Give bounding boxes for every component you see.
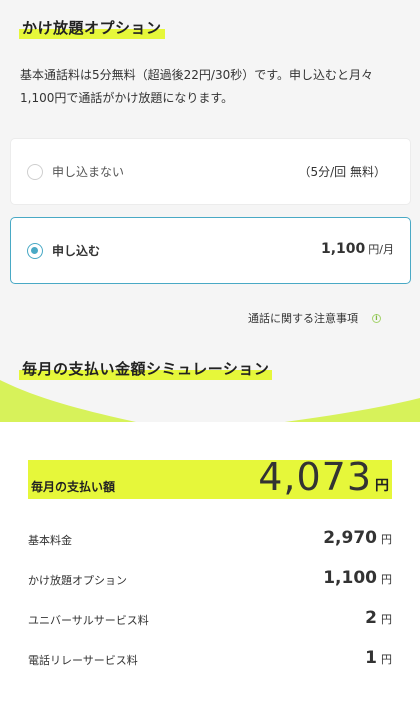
- breakdown-unit: 円: [381, 613, 392, 626]
- option-section-title: かけ放題オプション: [19, 17, 165, 39]
- notes-link[interactable]: 通話に関する注意事項 i: [248, 310, 381, 326]
- breakdown-amount: 1: [365, 648, 377, 668]
- breakdown-label: 基本料金: [28, 534, 72, 547]
- total-amount-unit: 円: [375, 478, 389, 494]
- breakdown-row-unlimited: かけ放題オプション 1,100 円: [28, 568, 392, 592]
- breakdown-unit: 円: [381, 573, 392, 586]
- option-decline-note: （5分/回 無料）: [298, 165, 387, 179]
- breakdown-amount: 2: [365, 608, 377, 628]
- option-apply-price-value: 1,100: [320, 241, 366, 257]
- info-icon[interactable]: i: [372, 313, 381, 323]
- breakdown-value: 2,970 円: [323, 528, 392, 548]
- breakdown-label: ユニバーサルサービス料: [28, 614, 149, 627]
- breakdown-label: 電話リレーサービス料: [28, 654, 138, 667]
- option-apply[interactable]: 申し込む 1,100 円/月: [10, 217, 411, 284]
- wave-decoration: [0, 380, 420, 424]
- total-label: 毎月の支払い額: [31, 480, 116, 494]
- option-apply-price: 1,100 円/月: [321, 241, 394, 257]
- breakdown-row-relay: 電話リレーサービス料 1円: [28, 648, 392, 672]
- breakdown-value: 1,100 円: [323, 568, 392, 588]
- option-description: 基本通話料は5分無料（超過後22円/30秒）です。申し込むと月々1,100円で通…: [20, 68, 374, 105]
- breakdown-amount: 2,970: [323, 528, 377, 548]
- breakdown-row-universal: ユニバーサルサービス料 2円: [28, 608, 392, 632]
- radio-decline[interactable]: [27, 164, 43, 180]
- total-amount: 4,073 円: [258, 455, 389, 499]
- option-decline[interactable]: 申し込まない （5分/回 無料）: [10, 138, 411, 205]
- option-apply-label: 申し込む: [52, 244, 101, 258]
- simulation-section-title: 毎月の支払い金額シミュレーション: [19, 358, 273, 380]
- breakdown-value: 2円: [365, 608, 392, 628]
- breakdown-unit: 円: [381, 533, 392, 546]
- notes-link-label[interactable]: 通話に関する注意事項: [248, 310, 358, 326]
- breakdown-label: かけ放題オプション: [28, 574, 127, 587]
- option-apply-price-unit: 円/月: [368, 243, 394, 256]
- radio-apply[interactable]: [27, 243, 43, 259]
- total-amount-value: 4,073: [258, 455, 372, 499]
- breakdown-unit: 円: [381, 653, 392, 666]
- breakdown-amount: 1,100: [323, 568, 377, 588]
- breakdown-row-basic: 基本料金 2,970 円: [28, 528, 392, 552]
- breakdown-value: 1円: [365, 648, 392, 668]
- option-decline-label: 申し込まない: [52, 165, 125, 179]
